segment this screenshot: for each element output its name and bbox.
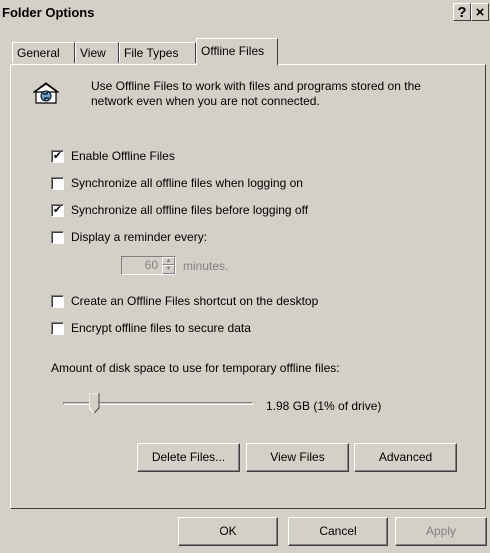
disk-space-slider-thumb[interactable] xyxy=(88,392,100,414)
spin-up-button[interactable]: ▲ xyxy=(162,257,175,265)
cancel-button[interactable]: Cancel xyxy=(288,517,388,546)
tab-general[interactable]: General xyxy=(12,42,75,63)
tab-label: File Types xyxy=(124,46,179,60)
advanced-button[interactable]: Advanced xyxy=(354,443,457,472)
window-title: Folder Options xyxy=(2,5,95,20)
tab-view[interactable]: View xyxy=(75,42,119,63)
view-files-button[interactable]: View Files xyxy=(246,443,349,472)
reminder-checkbox[interactable] xyxy=(51,231,64,244)
delete-files-button[interactable]: Delete Files... xyxy=(137,443,240,472)
sync-logoff-label: Synchronize all offline files before log… xyxy=(71,203,309,217)
sync-logoff-checkbox[interactable]: ✔ xyxy=(51,204,64,217)
spin-down-button[interactable]: ▼ xyxy=(162,265,175,274)
tab-file-types[interactable]: File Types xyxy=(119,42,196,63)
title-bar: Folder Options ? × xyxy=(0,0,490,25)
shortcut-checkbox[interactable] xyxy=(51,295,64,308)
ok-button[interactable]: OK xyxy=(178,517,278,546)
apply-button[interactable]: Apply xyxy=(395,517,487,546)
tab-label: Offline Files xyxy=(201,44,265,58)
help-button[interactable]: ? xyxy=(453,3,471,21)
sync-logon-label: Synchronize all offline files when loggi… xyxy=(71,176,303,190)
tab-offline-files[interactable]: Offline Files xyxy=(196,38,278,65)
enable-offline-label: Enable Offline Files xyxy=(71,149,175,163)
close-button[interactable]: × xyxy=(471,3,489,21)
intro-text: Use Offline Files to work with files and… xyxy=(91,79,421,108)
tab-label: General xyxy=(17,46,60,60)
minutes-label: minutes. xyxy=(183,259,229,273)
tab-label: View xyxy=(80,46,106,60)
encrypt-checkbox[interactable] xyxy=(51,322,64,335)
offline-sync-icon xyxy=(32,81,60,105)
shortcut-label: Create an Offline Files shortcut on the … xyxy=(71,294,319,308)
disk-space-value: 1.98 GB (1% of drive) xyxy=(266,399,382,413)
encrypt-label: Encrypt offline files to secure data xyxy=(71,321,251,335)
reminder-label: Display a reminder every: xyxy=(71,230,208,244)
tab-panel: Use Offline Files to work with files and… xyxy=(10,64,486,509)
enable-offline-checkbox[interactable]: ✔ xyxy=(51,150,64,163)
disk-space-label: Amount of disk space to use for temporar… xyxy=(51,361,340,375)
sync-logon-checkbox[interactable] xyxy=(51,177,64,190)
